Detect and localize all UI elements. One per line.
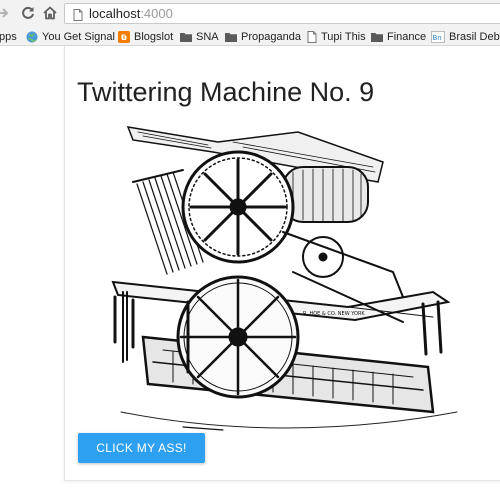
folder-icon xyxy=(371,32,383,42)
maker-mark: R. HOE & CO. NEW YORK xyxy=(303,311,365,317)
globe-icon xyxy=(26,31,38,43)
reload-icon[interactable] xyxy=(19,4,37,22)
folder-icon xyxy=(180,32,192,42)
bookmark-folder-finance[interactable]: Finance xyxy=(371,29,426,44)
home-icon[interactable] xyxy=(41,4,59,22)
bookmark-tupi-this[interactable]: Tupi This xyxy=(307,29,366,44)
bookmark-blogslot[interactable]: Blogslot xyxy=(118,29,173,44)
bookmarks-bar: pps You Get Signal Blogslot SNA Propagan… xyxy=(0,28,500,46)
page-icon xyxy=(307,30,317,43)
page-title: Twittering Machine No. 9 xyxy=(77,77,375,107)
address-bar[interactable]: localhost:4000 xyxy=(64,3,500,24)
bookmark-folder-propaganda[interactable]: Propaganda xyxy=(225,29,301,44)
click-button[interactable]: CLICK MY ASS! xyxy=(78,433,205,463)
brasil-debate-icon: Bn xyxy=(431,30,445,43)
svg-text:Bn: Bn xyxy=(433,34,442,42)
bookmark-folder-sna[interactable]: SNA xyxy=(180,29,219,44)
printing-press-image: R. HOE & CO. NEW YORK xyxy=(111,126,458,431)
bookmark-apps[interactable]: pps xyxy=(0,29,17,44)
url-text: localhost:4000 xyxy=(89,6,173,21)
forward-icon[interactable] xyxy=(0,4,12,22)
bookmark-you-get-signal[interactable]: You Get Signal xyxy=(26,29,115,44)
page-icon xyxy=(73,8,83,26)
bookmark-brasil-debate[interactable]: Bn Brasil Deba xyxy=(431,29,500,44)
content-card: Twittering Machine No. 9 R. HOE & CO. NE… xyxy=(64,46,500,481)
blogger-icon xyxy=(118,30,130,43)
folder-icon xyxy=(225,32,237,42)
browser-toolbar: localhost:4000 xyxy=(0,0,500,28)
